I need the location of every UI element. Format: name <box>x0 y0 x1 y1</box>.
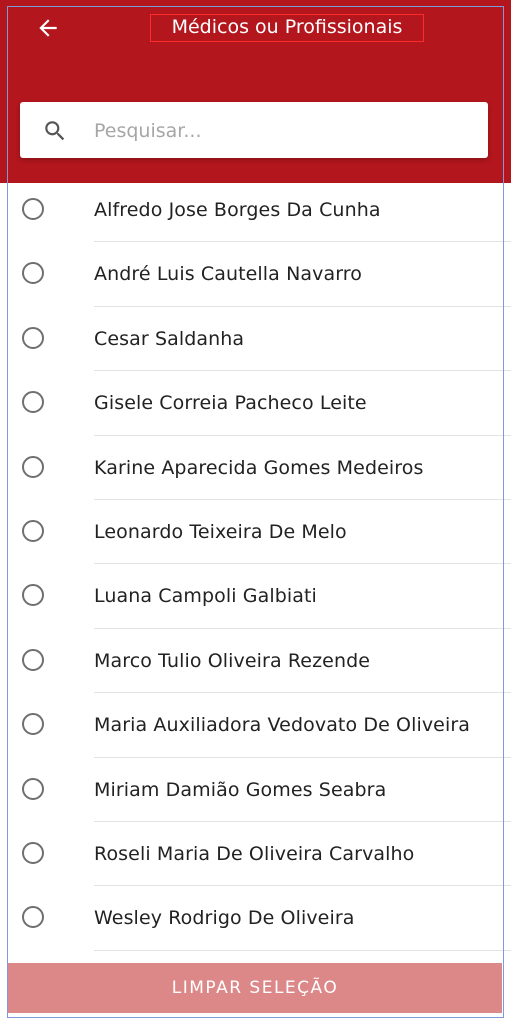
arrow-left-icon <box>39 19 57 37</box>
list-item-label: Roseli Maria De Oliveira Carvalho <box>94 842 415 865</box>
search-icon <box>45 121 65 141</box>
list-item-label: Luana Campoli Galbiati <box>94 585 317 608</box>
list-item-label: Gisele Correia Pacheco Leite <box>94 392 367 415</box>
radio-button[interactable] <box>22 648 44 671</box>
list-item-label: André Luis Cautella Navarro <box>94 263 363 286</box>
list-item[interactable]: Luana Campoli Galbiati <box>0 564 511 629</box>
search-bar <box>20 102 488 158</box>
list-item[interactable]: Cesar Saldanha <box>0 307 511 372</box>
radio-button[interactable] <box>22 841 44 864</box>
list-item[interactable]: Gisele Correia Pacheco Leite <box>0 371 511 436</box>
list-item-label: Cesar Saldanha <box>94 327 245 350</box>
page-title: Médicos ou Profissionais <box>150 14 424 42</box>
list-item[interactable]: Karine Aparecida Gomes Medeiros <box>0 436 511 500</box>
divider <box>94 949 511 951</box>
list-item[interactable]: Maria Auxiliadora Vedovato De Oliveira <box>0 693 511 758</box>
radio-button[interactable] <box>22 262 44 285</box>
radio-button[interactable] <box>22 906 44 929</box>
list-item-label: Leonardo Teixeira De Melo <box>94 520 347 543</box>
radio-button[interactable] <box>22 713 44 736</box>
radio-button[interactable] <box>22 198 44 220</box>
radio-button[interactable] <box>22 391 44 414</box>
list-item[interactable]: Roseli Maria De Oliveira Carvalho <box>0 822 511 887</box>
list-item[interactable]: Wesley Rodrigo De Oliveira <box>0 886 511 951</box>
clear-selection-button[interactable]: LIMPAR SELEÇÃO <box>8 963 502 1013</box>
list-item-label: Marco Tulio Oliveira Rezende <box>94 649 371 672</box>
radio-button[interactable] <box>22 455 44 478</box>
radio-button[interactable] <box>22 326 44 349</box>
list-item-label: Karine Aparecida Gomes Medeiros <box>94 456 424 479</box>
list-item-label: Wesley Rodrigo De Oliveira <box>94 907 355 930</box>
list-item-label: Alfredo Jose Borges Da Cunha <box>94 199 381 221</box>
list-item[interactable]: André Luis Cautella Navarro <box>0 242 511 307</box>
search-input[interactable] <box>92 110 476 152</box>
list-item-label: Miriam Damião Gomes Seabra <box>94 778 387 801</box>
list-item[interactable]: Miriam Damião Gomes Seabra <box>0 758 511 822</box>
list-item-label: Maria Auxiliadora Vedovato De Oliveira <box>94 714 470 737</box>
radio-button[interactable] <box>22 584 44 607</box>
professionals-list: Alfredo Jose Borges Da Cunha André Luis … <box>0 178 511 951</box>
list-item[interactable]: Leonardo Teixeira De Melo <box>0 500 511 565</box>
list-item[interactable]: Marco Tulio Oliveira Rezende <box>0 629 511 694</box>
radio-button[interactable] <box>22 519 44 542</box>
back-button[interactable] <box>30 10 66 46</box>
radio-button[interactable] <box>22 777 44 800</box>
app-header: Médicos ou Profissionais <box>0 0 511 183</box>
list-item[interactable]: Alfredo Jose Borges Da Cunha <box>0 178 511 243</box>
